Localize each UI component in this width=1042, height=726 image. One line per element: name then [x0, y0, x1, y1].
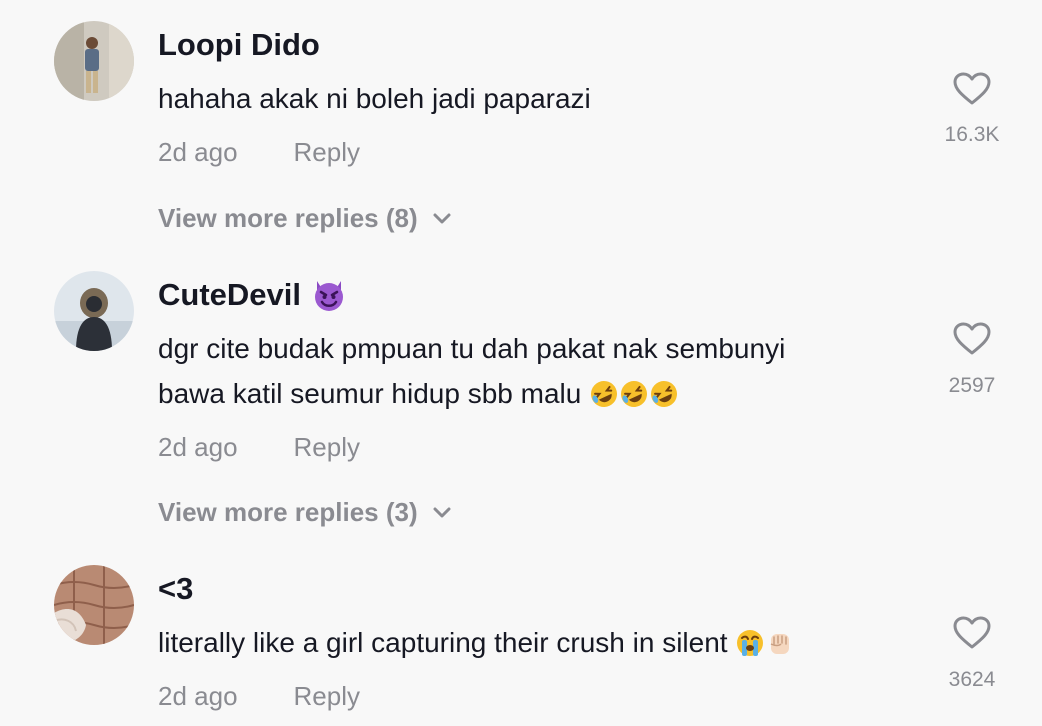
smiling-devil-icon: [314, 281, 343, 311]
comment-text-line: hahaha akak ni boleh jadi paparazi: [158, 83, 591, 114]
comment-text: literally like a girl capturing their cr…: [158, 620, 898, 665]
reply-button[interactable]: Reply: [294, 678, 360, 714]
view-more-replies-button[interactable]: View more replies (3): [158, 494, 452, 530]
like-count: 16.3K: [944, 123, 1000, 146]
like-button[interactable]: 3624: [932, 616, 1012, 693]
username-row: CuteDevil: [158, 275, 898, 315]
heart-icon: [953, 322, 991, 355]
heart-icon: [953, 72, 991, 105]
comment-text-line: dgr cite budak pmpuan tu dah pakat nak s…: [158, 333, 786, 364]
view-more-replies-button[interactable]: View more replies (8): [158, 200, 452, 236]
rolling-on-floor-laughing-icon: [591, 381, 618, 407]
username[interactable]: CuteDevil: [158, 275, 301, 315]
rolling-on-floor-laughing-icon: [621, 381, 648, 407]
rolling-on-floor-laughing-icon: [651, 381, 678, 407]
comment-text-line: bawa katil seumur hidup sbb malu: [158, 378, 582, 409]
timestamp: 2d ago: [158, 681, 238, 711]
loudly-crying-face-icon: [737, 630, 764, 656]
heart-icon: [953, 616, 991, 649]
chevron-down-icon: [433, 507, 451, 518]
comment-meta: 2d ago Reply: [158, 678, 898, 714]
timestamp: 2d ago: [158, 137, 238, 167]
avatar[interactable]: [54, 21, 134, 101]
like-button[interactable]: 16.3K: [932, 72, 1012, 148]
view-more-replies-label: View more replies (8): [158, 203, 418, 233]
username[interactable]: Loopi Dido: [158, 25, 898, 65]
like-count: 3624: [948, 668, 996, 691]
reply-button[interactable]: Reply: [294, 134, 360, 170]
comment-text: hahaha akak ni boleh jadi paparazi: [158, 76, 898, 121]
avatar[interactable]: [54, 271, 134, 351]
like-count: 2597: [948, 374, 996, 397]
raised-fist-icon: [771, 634, 790, 654]
comment-meta: 2d ago Reply: [158, 134, 898, 170]
comment-text: dgr cite budak pmpuan tu dah pakat nak s…: [158, 326, 898, 416]
comment-text-line: literally like a girl capturing their cr…: [158, 627, 728, 658]
chevron-down-icon: [433, 213, 451, 224]
avatar[interactable]: [54, 565, 134, 645]
comment-text-line-wrap: bawa katil seumur hidup sbb malu: [158, 371, 898, 416]
comment-meta: 2d ago Reply: [158, 429, 898, 465]
view-more-replies-label: View more replies (3): [158, 497, 418, 527]
like-button[interactable]: 2597: [932, 322, 1012, 399]
timestamp: 2d ago: [158, 432, 238, 462]
reply-button[interactable]: Reply: [294, 429, 360, 465]
username[interactable]: <3: [158, 569, 898, 609]
